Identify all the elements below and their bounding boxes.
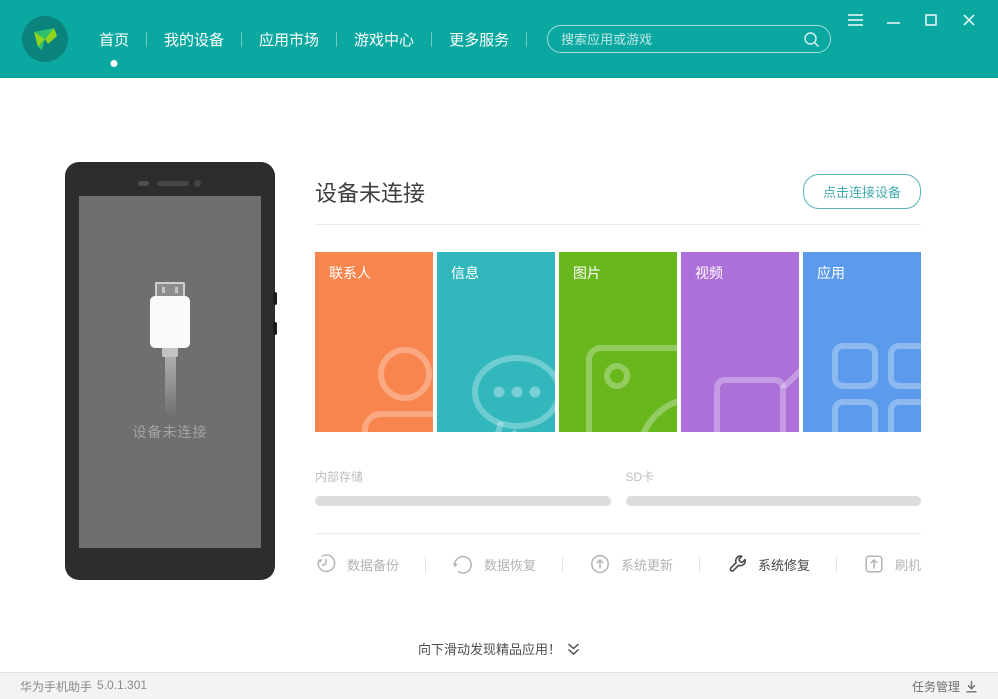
main-content: 设备未连接 设备未连接 点击连接设备 联系人	[0, 78, 998, 672]
phone-earpiece	[157, 181, 189, 186]
nav-item-game-center-label: 游戏中心	[354, 32, 414, 49]
system-update-label: 系统更新	[621, 555, 673, 574]
hisuite-logo-icon	[22, 16, 68, 62]
contacts-icon	[353, 344, 433, 432]
scroll-down-hint-label: 向下滑动发现精品应用！	[418, 639, 561, 658]
tile-apps[interactable]: 应用	[803, 252, 921, 432]
toolbar-separator	[562, 556, 563, 573]
data-restore-button[interactable]: 数据恢复	[452, 553, 536, 575]
download-tasks-icon	[965, 680, 978, 693]
usb-cable-icon	[150, 282, 190, 417]
data-restore-label: 数据恢复	[484, 555, 536, 574]
nav-item-my-devices[interactable]: 我的设备	[147, 29, 241, 50]
sd-card-storage-bar	[626, 496, 922, 506]
phone-status-text: 设备未连接	[79, 422, 261, 442]
tile-apps-label: 应用	[817, 263, 907, 283]
connect-device-button[interactable]: 点击连接设备	[803, 174, 921, 209]
nav-item-more-services-label: 更多服务	[449, 32, 509, 49]
tile-contacts[interactable]: 联系人	[315, 252, 433, 432]
search-input[interactable]	[561, 32, 803, 47]
nav-item-more-services[interactable]: 更多服务	[432, 29, 526, 50]
minimize-button[interactable]	[880, 11, 906, 29]
active-tab-dot	[111, 60, 118, 67]
nav-item-game-center[interactable]: 游戏中心	[337, 29, 431, 50]
status-bar: 华为手机助手 5.0.1.301 任务管理	[0, 672, 998, 699]
wrench-icon	[726, 553, 748, 575]
task-manager-button[interactable]: 任务管理	[912, 678, 978, 695]
internal-storage-label: 内部存储	[315, 468, 611, 485]
phone-illustration: 设备未连接	[65, 162, 275, 580]
internal-storage-bar	[315, 496, 611, 506]
nav-item-app-market[interactable]: 应用市场	[242, 29, 336, 50]
flash-rom-button[interactable]: 刷机	[863, 553, 921, 575]
toolbar-separator	[699, 556, 700, 573]
close-button[interactable]	[956, 11, 982, 29]
app-version: 华为手机助手 5.0.1.301	[20, 678, 147, 695]
nav-item-home[interactable]: 首页	[82, 29, 146, 50]
phone-speaker	[138, 181, 149, 186]
restore-arrow-icon	[452, 553, 474, 575]
phone-side-button	[273, 292, 277, 305]
titlebar: 首页 我的设备 应用市场 游戏中心 更多服务	[0, 0, 998, 78]
sd-card-storage: SD卡	[626, 468, 922, 506]
tile-videos-label: 视频	[695, 263, 785, 283]
phone-side-button	[273, 322, 277, 335]
window-controls	[842, 11, 982, 29]
messages-icon	[465, 350, 555, 432]
tile-messages-label: 信息	[451, 263, 541, 283]
tile-contacts-label: 联系人	[329, 263, 419, 283]
usb-neck	[162, 348, 178, 357]
logo-bird-icon	[28, 22, 62, 56]
nav-item-home-label: 首页	[99, 32, 129, 49]
nav-separator	[526, 32, 527, 47]
phone-camera-dot	[194, 180, 201, 187]
sd-card-label: SD卡	[626, 468, 922, 485]
system-repair-button[interactable]: 系统修复	[726, 553, 810, 575]
category-tiles: 联系人 信息	[315, 252, 921, 432]
flash-upload-icon	[863, 553, 885, 575]
divider	[315, 224, 921, 225]
photos-icon-label: 图片	[573, 263, 663, 283]
phone-screen: 设备未连接	[79, 196, 261, 548]
tile-messages[interactable]: 信息	[437, 252, 555, 432]
nav-item-app-market-label: 应用市场	[259, 32, 319, 49]
tile-videos[interactable]: 视频	[681, 252, 799, 432]
task-manager-label: 任务管理	[912, 678, 960, 695]
tools-toolbar: 数据备份 数据恢复	[315, 553, 921, 575]
maximize-button[interactable]	[918, 11, 944, 29]
toolbar-separator	[836, 556, 837, 573]
videos-icon	[713, 352, 799, 432]
app-name-label: 华为手机助手	[20, 678, 92, 695]
system-update-button[interactable]: 系统更新	[589, 553, 673, 575]
photos-icon	[583, 342, 677, 432]
nav-item-my-devices-label: 我的设备	[164, 32, 224, 49]
version-label: 5.0.1.301	[97, 678, 147, 695]
data-backup-label: 数据备份	[347, 555, 399, 574]
scroll-down-hint[interactable]: 向下滑动发现精品应用！	[0, 639, 998, 658]
usb-plug-body	[150, 296, 190, 348]
toolbar-separator	[425, 556, 426, 573]
page-title: 设备未连接	[315, 176, 425, 208]
data-backup-button[interactable]: 数据备份	[315, 553, 399, 575]
system-repair-label: 系统修复	[758, 555, 810, 574]
usb-wire	[165, 357, 176, 417]
app-window: 首页 我的设备 应用市场 游戏中心 更多服务	[0, 0, 998, 699]
storage-section: 内部存储 SD卡	[315, 468, 921, 506]
usb-connector	[155, 282, 185, 296]
double-chevron-down-icon	[567, 642, 580, 656]
menu-icon[interactable]	[842, 11, 868, 29]
tile-pictures[interactable]: 图片	[559, 252, 677, 432]
apps-icon	[829, 340, 921, 432]
divider	[315, 533, 921, 534]
device-panel: 设备未连接 点击连接设备 联系人 信息	[315, 174, 921, 575]
search-box[interactable]	[547, 25, 831, 53]
main-nav: 首页 我的设备 应用市场 游戏中心 更多服务	[82, 0, 527, 78]
internal-storage: 内部存储	[315, 468, 611, 506]
update-arrow-icon	[589, 553, 611, 575]
flash-rom-label: 刷机	[895, 555, 921, 574]
backup-clock-icon	[315, 553, 337, 575]
search-icon[interactable]	[803, 31, 820, 48]
